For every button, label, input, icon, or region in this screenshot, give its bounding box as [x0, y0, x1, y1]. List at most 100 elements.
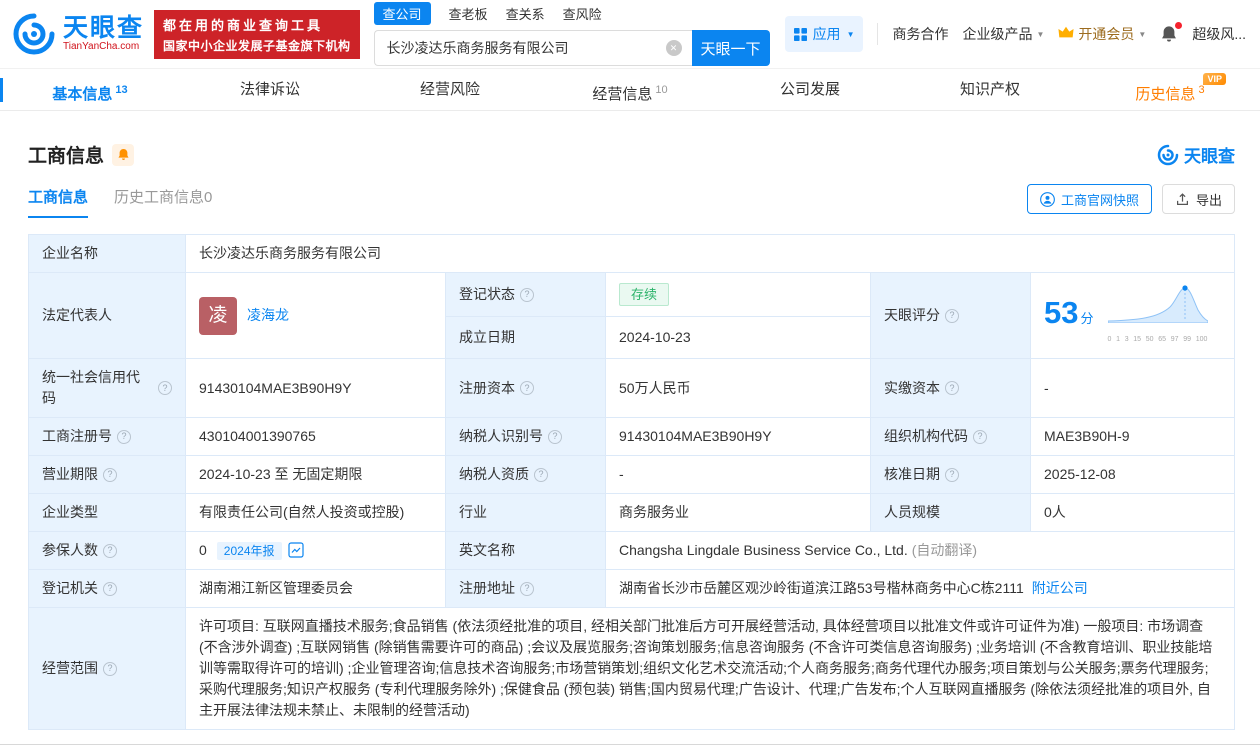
help-icon[interactable]: ? [103, 661, 117, 676]
nav-business-cooperation[interactable]: 商务合作 [892, 24, 948, 44]
field-label: 工商注册号 [42, 428, 112, 444]
help-icon[interactable]: ? [945, 381, 959, 395]
chevron-down-icon: ▼ [846, 29, 855, 39]
company-type: 有限责任公司(自然人投资或控股) [199, 504, 405, 520]
top-navigation: 应用 ▼ 商务合作 企业级产品 ▼ 开通会员 ▼ 超级风... [784, 16, 1246, 52]
official-snapshot-button[interactable]: 工商官网快照 [1026, 184, 1152, 214]
registered-capital: 50万人民币 [619, 379, 691, 396]
tab-label: 法律诉讼 [239, 81, 300, 98]
search-tab-boss[interactable]: 查老板 [449, 4, 488, 23]
search-input[interactable] [373, 30, 692, 66]
field-label: 组织机构代码 [884, 428, 968, 444]
nearby-companies-link[interactable]: 附近公司 [1032, 580, 1088, 596]
nav-super-risk[interactable]: 超级风... [1192, 24, 1246, 44]
help-icon[interactable]: ? [973, 429, 987, 444]
tab-company-development[interactable]: 公司发展 [720, 69, 900, 110]
search-type-tabs: 查公司 查老板 查关系 查风险 [373, 2, 770, 25]
approval-date: 2025-12-08 [1044, 466, 1116, 482]
field-label: 成立日期 [459, 329, 515, 346]
tab-count: 3 [1198, 84, 1205, 96]
slogan-banner: 都在用的商业查询工具 国家中小企业发展子基金旗下机构 [154, 9, 360, 59]
trend-chart-icon[interactable] [287, 542, 304, 558]
tianyancha-logo[interactable]: 天眼查 TianYanCha.com [12, 12, 144, 56]
tab-legal-litigation[interactable]: 法律诉讼 [180, 69, 360, 110]
credit-code: 91430104MAE3B90H9Y [199, 379, 352, 396]
search-tab-relation[interactable]: 查关系 [506, 4, 545, 23]
notification-bell-icon[interactable] [1160, 22, 1183, 43]
nav-label: 超级风... [1192, 26, 1246, 42]
search-button[interactable]: 天眼一下 [691, 30, 770, 66]
field-label: 注册资本 [459, 379, 515, 396]
field-label: 人员规模 [884, 504, 940, 520]
help-icon[interactable]: ? [945, 467, 959, 482]
field-label: 法定代表人 [42, 307, 112, 323]
tab-operation-risk[interactable]: 经营风险 [360, 69, 540, 110]
tianyan-score-cell[interactable]: 53 分 0 1 3 15 50 65 97 99 100 [1030, 272, 1235, 359]
apps-label: 应用 [812, 26, 841, 42]
search-tab-risk[interactable]: 查风险 [563, 4, 602, 23]
english-name: Changsha Lingdale Business Service Co., … [619, 542, 908, 558]
industry: 商务服务业 [619, 504, 689, 520]
business-term: 2024-10-23 至 无固定期限 [199, 466, 363, 482]
tab-history-info[interactable]: 历史信息 3 VIP [1080, 69, 1260, 110]
score-value: 53 [1044, 294, 1079, 330]
tab-basic-info[interactable]: 基本信息 13 [0, 69, 180, 110]
search-area: 查公司 查老板 查关系 查风险 ✕ 天眼一下 [373, 2, 770, 66]
legal-representative-link[interactable]: 凌海龙 [247, 305, 289, 326]
help-icon[interactable]: ? [548, 429, 562, 444]
auto-translate-note: (自动翻译) [911, 542, 978, 558]
vip-badge: VIP [1203, 73, 1226, 85]
official-seal-icon [1040, 191, 1055, 207]
help-icon[interactable]: ? [520, 381, 534, 395]
logo-domain: TianYanCha.com [63, 41, 140, 52]
tianyancha-logo-icon [1157, 144, 1179, 165]
slogan-line2: 国家中小企业发展子基金旗下机构 [163, 38, 351, 53]
help-icon[interactable]: ? [520, 287, 534, 302]
nav-label: 企业级产品 [962, 26, 1033, 42]
help-icon[interactable]: ? [117, 429, 131, 444]
field-label: 行业 [459, 504, 487, 520]
subtab-row: 工商信息 历史工商信息0 工商官网快照 导出 [0, 168, 1260, 220]
help-icon[interactable]: ? [158, 381, 172, 395]
avatar[interactable]: 凌 [199, 296, 237, 335]
tab-count: 13 [115, 84, 128, 96]
help-icon[interactable]: ? [103, 467, 117, 482]
help-icon[interactable]: ? [103, 581, 117, 596]
tab-intellectual-property[interactable]: 知识产权 [900, 69, 1080, 110]
logo-title: 天眼查 [63, 14, 145, 42]
business-info-table: 企业名称 长沙凌达乐商务服务有限公司 法定代表人 凌 凌海龙 登记状态? 存续 … [28, 234, 1235, 730]
tianyancha-logo-icon [13, 13, 55, 55]
subtab-business-info[interactable]: 工商信息 [28, 186, 89, 218]
field-label: 注册地址 [459, 580, 515, 596]
help-icon[interactable]: ? [520, 581, 534, 596]
notification-dot [1175, 22, 1183, 29]
subtab-history-business-info[interactable]: 历史工商信息0 [114, 186, 212, 218]
paid-capital: - [1044, 379, 1049, 396]
help-icon[interactable]: ? [534, 467, 548, 482]
staff-size: 0人 [1044, 504, 1066, 520]
annual-report-badge[interactable]: 2024年报 [216, 542, 282, 560]
nav-enterprise-products[interactable]: 企业级产品 ▼ [962, 24, 1044, 44]
page-title: 工商信息 [28, 146, 105, 167]
help-icon[interactable]: ? [945, 308, 959, 323]
monitor-bell-icon[interactable] [112, 143, 135, 166]
chevron-down-icon: ▼ [1138, 29, 1147, 39]
section-header: 工商信息 天眼查 [0, 111, 1260, 168]
apps-menu[interactable]: 应用 ▼ [784, 16, 864, 52]
slogan-line1: 都在用的商业查询工具 [163, 17, 324, 33]
tab-label: 经营风险 [419, 81, 480, 98]
table-row: 企业类型 有限责任公司(自然人投资或控股) 行业 商务服务业 人员规模 0人 [28, 493, 1235, 532]
nav-open-membership[interactable]: 开通会员 ▼ [1058, 24, 1146, 44]
clear-icon[interactable]: ✕ [665, 40, 682, 56]
tab-operation-info[interactable]: 经营信息 10 [540, 69, 720, 110]
tab-label: 经营信息 [592, 86, 653, 103]
field-label: 统一社会信用代码 [42, 369, 140, 406]
table-row: 法定代表人 凌 凌海龙 登记状态? 存续 天眼评分? 53 分 01315 50… [28, 271, 1235, 359]
help-icon[interactable]: ? [103, 543, 117, 558]
tab-label: 历史信息 [1135, 86, 1196, 103]
taxpayer-quality: - [619, 466, 624, 482]
export-button[interactable]: 导出 [1161, 184, 1235, 214]
tab-label: 公司发展 [779, 81, 840, 98]
table-row: 工商注册号? 430104001390765 纳税人识别号? 91430104M… [28, 417, 1235, 456]
search-tab-company[interactable]: 查公司 [373, 2, 431, 25]
